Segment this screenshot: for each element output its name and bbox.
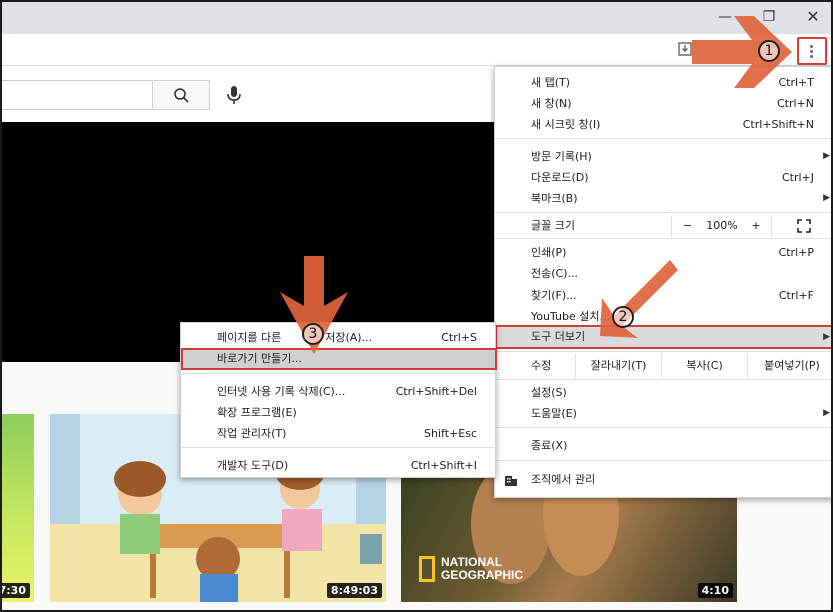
step-3-marker: 3 bbox=[302, 323, 324, 345]
step-2-marker: 2 bbox=[612, 306, 634, 328]
browser-window: — ❐ ✕ 7:30 8:49:03 NATIONAL GEOGRAPHIC 4… bbox=[0, 0, 833, 612]
annotation-arrows bbox=[280, 16, 792, 354]
step-1-marker: 1 bbox=[758, 40, 780, 62]
